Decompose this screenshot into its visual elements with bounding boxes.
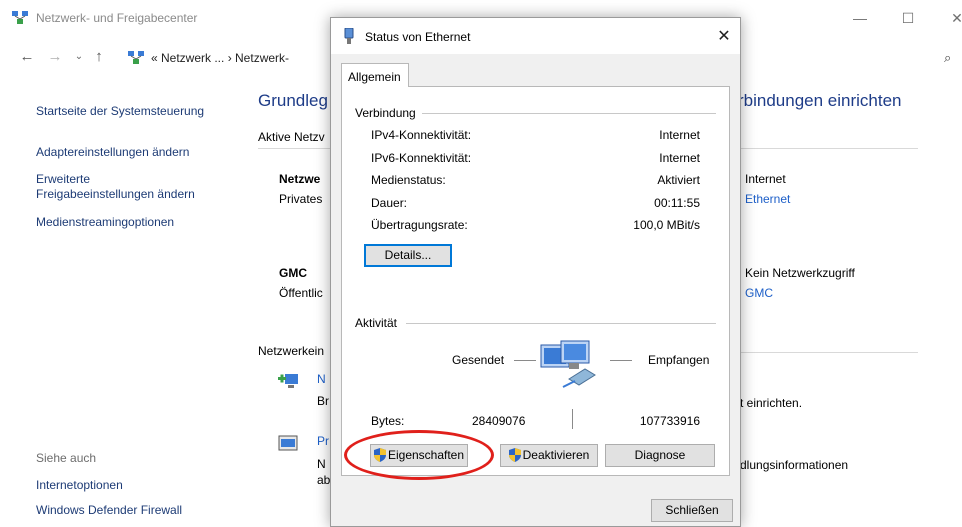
task-description-right: dlungsinformationen xyxy=(740,458,849,472)
divider xyxy=(738,148,918,149)
network-center-icon xyxy=(128,51,144,64)
recent-locations-chevron-icon[interactable]: ⌄ xyxy=(70,48,88,66)
new-connection-icon xyxy=(278,374,298,388)
task-link-troubleshoot[interactable]: Pr xyxy=(317,434,329,448)
nav-link-media-streaming[interactable]: Medienstreamingoptionen xyxy=(36,215,174,229)
nav-link-firewall[interactable]: Windows Defender Firewall xyxy=(36,503,182,517)
received-label: Empfangen xyxy=(648,353,710,367)
disable-button-label: Deaktivieren xyxy=(522,448,590,462)
maximize-icon[interactable]: ☐ xyxy=(893,4,923,32)
general-tab-panel: Verbindung IPv4-Konnektivität: Internet … xyxy=(341,86,730,476)
network-type: Öffentlic xyxy=(279,286,323,300)
disable-button[interactable]: Deaktivieren xyxy=(500,444,598,467)
access-type: Kein Netzwerkzugriff xyxy=(745,266,855,280)
bytes-divider xyxy=(572,409,573,429)
task-link-new-connection[interactable]: N xyxy=(317,372,326,386)
connection-link-ethernet[interactable]: Ethernet xyxy=(745,192,790,206)
speed-value: 100,0 MBit/s xyxy=(633,218,700,232)
task-description: Br xyxy=(317,394,329,408)
search-icon[interactable]: ⌕ xyxy=(944,50,951,66)
group-divider xyxy=(412,113,716,114)
network-center-icon xyxy=(12,11,28,24)
up-arrow-icon[interactable]: ↑ xyxy=(90,48,108,66)
breadcrumb[interactable]: « Netzwerk ... › Netzwerk- xyxy=(151,51,289,65)
received-line xyxy=(610,360,632,361)
network-type: Privates xyxy=(279,192,323,206)
speed-label: Übertragungsrate: xyxy=(371,218,468,232)
forward-arrow-icon[interactable]: → xyxy=(46,48,64,66)
bytes-sent-value: 28409076 xyxy=(472,414,526,428)
window-title: Netzwerk- und Freigabecenter xyxy=(36,11,198,25)
nav-link-control-panel-home[interactable]: Startseite der Systemsteuerung xyxy=(36,104,204,118)
access-type: Internet xyxy=(745,172,786,186)
nav-link-adapter-settings[interactable]: Adaptereinstellungen ändern xyxy=(36,145,189,159)
dialog-title: Status von Ethernet xyxy=(365,30,471,44)
details-button[interactable]: Details... xyxy=(364,244,452,267)
connection-link-gmc[interactable]: GMC xyxy=(745,286,773,300)
nav-link-advanced-sharing-line2[interactable]: Freigabeeinstellungen ändern xyxy=(36,187,195,201)
troubleshoot-icon xyxy=(278,435,298,451)
active-networks-label: Aktive Netzv xyxy=(258,130,325,144)
change-settings-label: Netzwerkein xyxy=(258,344,325,358)
dialog-titlebar: Status von Ethernet ✕ xyxy=(331,18,740,54)
divider xyxy=(258,148,338,149)
task-description: N xyxy=(317,457,326,471)
network-computers-icon xyxy=(540,340,596,388)
page-title-right: rbindungen einrichten xyxy=(738,91,902,110)
activity-group-label: Aktivität xyxy=(355,316,404,330)
nav-link-internet-options[interactable]: Internetoptionen xyxy=(36,478,123,492)
bytes-received-value: 107733916 xyxy=(639,414,700,428)
connection-group-label: Verbindung xyxy=(355,106,422,120)
ethernet-adapter-icon xyxy=(344,28,354,44)
back-arrow-icon[interactable]: ← xyxy=(18,48,36,66)
diagnose-button[interactable]: Diagnose xyxy=(605,444,715,467)
page-title: Grundleg xyxy=(258,91,328,110)
duration-label: Dauer: xyxy=(371,196,408,210)
nav-link-advanced-sharing[interactable]: Erweiterte xyxy=(36,172,90,186)
task-description-right: t einrichten. xyxy=(740,396,803,410)
minimize-icon[interactable]: — xyxy=(845,4,875,32)
ipv6-label: IPv6-Konnektivität: xyxy=(371,151,472,165)
bytes-label: Bytes: xyxy=(371,414,405,428)
close-icon[interactable]: ✕ xyxy=(716,26,732,46)
task-description: ab xyxy=(317,473,331,487)
group-divider xyxy=(406,323,716,324)
tab-general[interactable]: Allgemein xyxy=(341,63,409,87)
ipv4-label: IPv4-Konnektivität: xyxy=(371,128,472,142)
media-status-value: Aktiviert xyxy=(657,173,700,187)
see-also-heading: Siehe auch xyxy=(36,451,97,465)
ipv4-value: Internet xyxy=(659,128,700,142)
ipv6-value: Internet xyxy=(659,151,700,165)
close-button[interactable]: Schließen xyxy=(651,499,733,522)
duration-value: 00:11:55 xyxy=(654,196,700,210)
network-name: GMC xyxy=(279,266,307,280)
uac-shield-icon xyxy=(508,447,521,462)
sent-line xyxy=(514,360,536,361)
highlight-ellipse xyxy=(344,430,494,480)
network-name: Netzwe xyxy=(279,172,321,186)
sent-label: Gesendet xyxy=(452,353,505,367)
media-status-label: Medienstatus: xyxy=(371,173,446,187)
close-icon[interactable]: ✕ xyxy=(942,4,962,32)
divider xyxy=(738,352,918,353)
